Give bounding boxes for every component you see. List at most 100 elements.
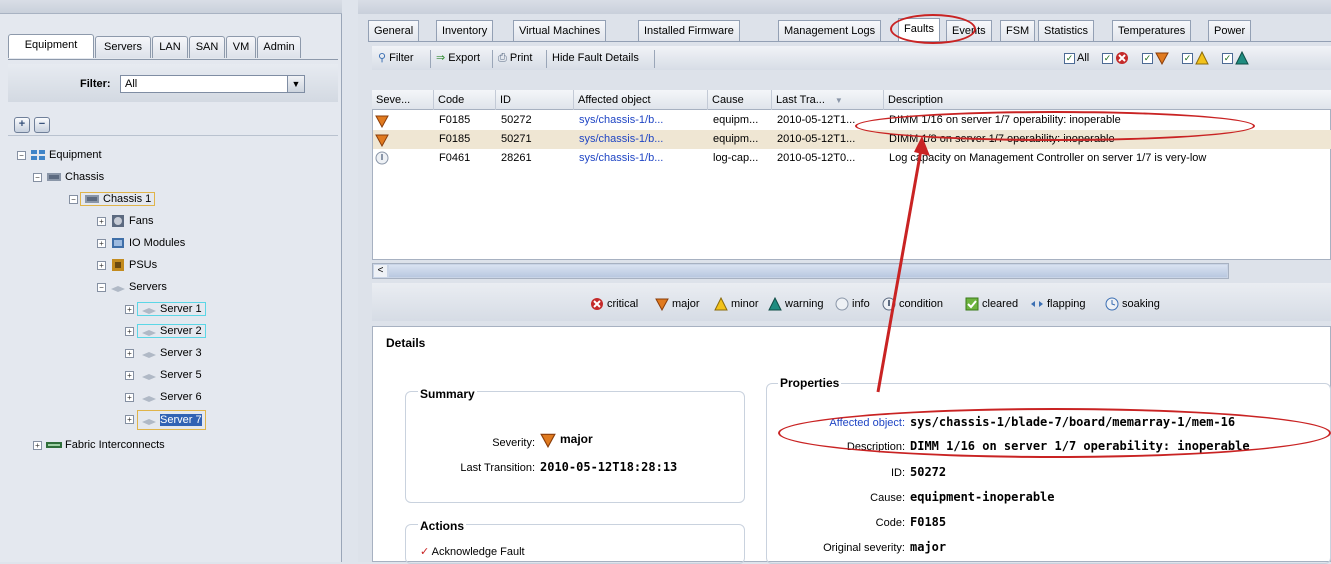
- legend-label: warning: [785, 298, 824, 310]
- tab-servers[interactable]: Servers: [95, 36, 151, 58]
- column-header-affected-object[interactable]: Affected object: [574, 90, 708, 110]
- hide-fault-details-button[interactable]: Hide Fault Details: [552, 49, 639, 67]
- tree-item-equipment[interactable]: Equipment: [30, 146, 102, 164]
- collapse-toggle-icon[interactable]: −: [97, 283, 106, 292]
- tab-inventory[interactable]: Inventory: [436, 20, 494, 42]
- id-value: 50272: [910, 465, 947, 479]
- column-header-severity[interactable]: Seve...: [372, 90, 434, 110]
- expand-toggle-icon[interactable]: +: [125, 393, 134, 402]
- code-value: F0185: [910, 515, 947, 529]
- print-button[interactable]: ⎙ Print: [498, 49, 532, 67]
- expand-toggle-icon[interactable]: +: [97, 217, 106, 226]
- tree-item-server-1[interactable]: Server 1: [137, 300, 206, 318]
- last-transition-label: Last Transition:: [460, 462, 535, 474]
- toolbar-separator: [546, 50, 547, 68]
- print-button-label: Print: [509, 52, 533, 64]
- tab-power[interactable]: Power: [1208, 20, 1252, 42]
- server-icon: [142, 308, 156, 315]
- filter-minor-checkbox[interactable]: ✓: [1182, 49, 1212, 67]
- tree-item-fans[interactable]: Fans: [110, 212, 153, 230]
- server-icon: [142, 330, 156, 337]
- tree-label: Server 7: [160, 414, 202, 426]
- tree-item-psus[interactable]: PSUs: [110, 256, 157, 274]
- tab-lan[interactable]: LAN: [152, 36, 188, 58]
- tree-item-server-5[interactable]: Server 5: [137, 366, 206, 384]
- major-icon: [1155, 52, 1169, 66]
- expand-all-icon[interactable]: +: [14, 117, 30, 133]
- export-button[interactable]: ⇒ Export: [436, 49, 480, 67]
- legend-minor: minor: [714, 297, 759, 311]
- column-header-id[interactable]: ID: [496, 90, 574, 110]
- filter-all-checkbox[interactable]: ✓ All: [1064, 49, 1089, 67]
- tree-item-server-6[interactable]: Server 6: [137, 388, 206, 406]
- tree-item-server-3[interactable]: Server 3: [137, 344, 206, 362]
- legend-label: soaking: [1122, 298, 1160, 310]
- tree-item-chassis-1[interactable]: Chassis 1: [80, 190, 156, 208]
- tab-vm[interactable]: VM: [226, 36, 256, 58]
- filter-button[interactable]: ⚲ Filter: [378, 49, 414, 67]
- tree-item-fabric-interconnects[interactable]: Fabric Interconnects: [46, 436, 165, 454]
- tree-item-chassis[interactable]: Chassis: [46, 168, 104, 186]
- tree-item-server-2[interactable]: Server 2: [137, 322, 206, 340]
- filter-select[interactable]: All ▼: [120, 75, 305, 93]
- filter-critical-checkbox[interactable]: ✓: [1102, 49, 1132, 67]
- original-severity-label: Original severity:: [823, 542, 905, 554]
- cell-affected-object[interactable]: sys/chassis-1/b...: [575, 111, 709, 130]
- column-header-description[interactable]: Description: [884, 90, 1331, 110]
- server-icon: [142, 374, 156, 381]
- chassis-icon: [85, 195, 99, 204]
- critical-icon: [1116, 52, 1128, 65]
- expand-toggle-icon[interactable]: +: [125, 415, 134, 424]
- tree-label: Servers: [129, 281, 167, 293]
- tree-item-server-7[interactable]: Server 7: [137, 410, 206, 430]
- expand-toggle-icon[interactable]: +: [125, 305, 134, 314]
- column-header-label: Last Tra...: [776, 94, 825, 106]
- collapse-all-icon[interactable]: −: [34, 117, 50, 133]
- code-label: Code:: [875, 517, 905, 529]
- filter-major-checkbox[interactable]: ✓: [1142, 49, 1172, 67]
- collapse-toggle-icon[interactable]: −: [33, 173, 42, 182]
- expand-toggle-icon[interactable]: +: [33, 441, 42, 450]
- collapse-toggle-icon[interactable]: −: [17, 151, 26, 160]
- expand-toggle-icon[interactable]: +: [125, 371, 134, 380]
- tab-san[interactable]: SAN: [189, 36, 225, 58]
- tab-general[interactable]: General: [368, 20, 420, 42]
- tab-fsm[interactable]: FSM: [1000, 20, 1036, 42]
- tree-item-servers[interactable]: Servers: [110, 278, 167, 296]
- tab-statistics[interactable]: Statistics: [1038, 20, 1095, 42]
- fabric-interconnect-icon: [46, 442, 62, 449]
- id-label: ID:: [890, 467, 905, 479]
- column-header-code[interactable]: Code: [434, 90, 496, 110]
- server-icon: [111, 286, 125, 293]
- tab-virtual-machines[interactable]: Virtual Machines: [513, 20, 607, 42]
- toolbar-separator: [654, 50, 655, 68]
- scrollbar-thumb[interactable]: [389, 265, 1227, 277]
- chevron-down-icon[interactable]: ▼: [287, 76, 304, 92]
- tab-equipment[interactable]: Equipment: [8, 34, 94, 58]
- table-row[interactable]: F0461 28261 sys/chassis-1/b... log-cap..…: [373, 149, 1331, 168]
- expand-toggle-icon[interactable]: +: [97, 261, 106, 270]
- scroll-left-icon[interactable]: <: [374, 265, 387, 277]
- tab-management-logs[interactable]: Management Logs: [778, 20, 882, 42]
- expand-toggle-icon[interactable]: +: [125, 349, 134, 358]
- left-header-strip: [0, 0, 342, 14]
- cell-affected-object[interactable]: sys/chassis-1/b...: [575, 149, 709, 168]
- tab-admin[interactable]: Admin: [257, 36, 301, 58]
- severity-label: Severity:: [492, 437, 535, 449]
- last-transition-value: 2010-05-12T18:28:13: [540, 460, 678, 474]
- tree-label: Equipment: [49, 149, 102, 161]
- acknowledge-fault-action[interactable]: ✓ Acknowledge Fault: [420, 545, 525, 558]
- column-header-last-transition[interactable]: Last Tra... ▼: [772, 90, 884, 110]
- filter-warning-checkbox[interactable]: ✓: [1222, 49, 1252, 67]
- legend-flapping: flapping: [1030, 297, 1086, 311]
- cell-affected-object[interactable]: sys/chassis-1/b...: [575, 130, 709, 149]
- collapse-toggle-icon[interactable]: −: [69, 195, 78, 204]
- tab-temperatures[interactable]: Temperatures: [1112, 20, 1192, 42]
- expand-toggle-icon[interactable]: +: [97, 239, 106, 248]
- expand-toggle-icon[interactable]: +: [125, 327, 134, 336]
- equipment-icon: [31, 150, 45, 161]
- tab-installed-firmware[interactable]: Installed Firmware: [638, 20, 740, 42]
- tree-item-io-modules[interactable]: IO Modules: [110, 234, 185, 252]
- critical-icon: [591, 298, 603, 311]
- column-header-cause[interactable]: Cause: [708, 90, 772, 110]
